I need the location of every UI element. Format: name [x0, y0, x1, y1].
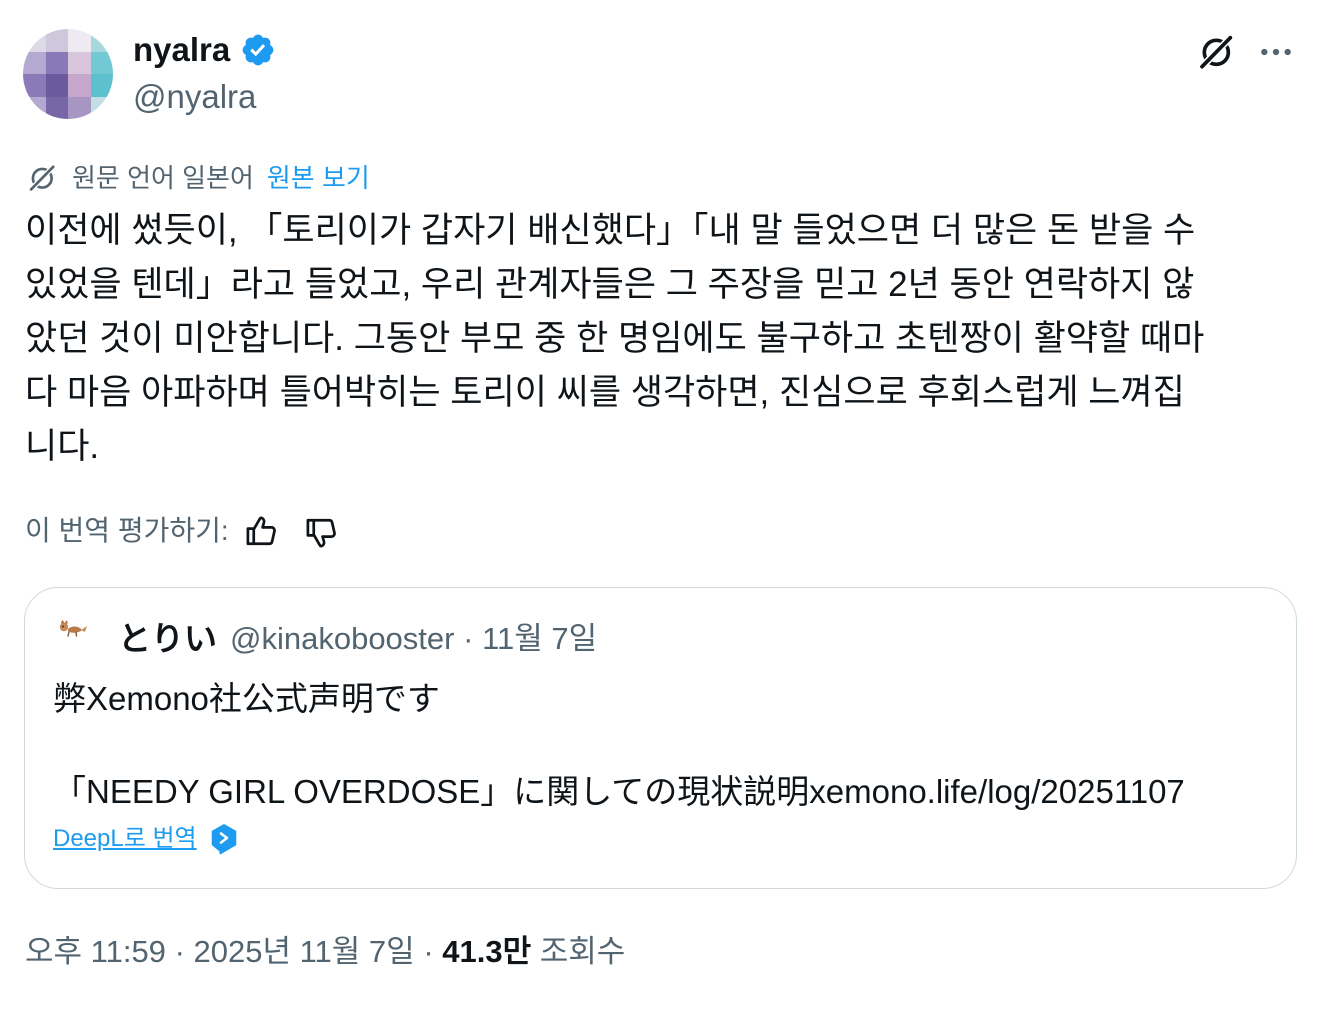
tweet-text-line: 니다. — [25, 427, 100, 466]
author-name-row: nyalra — [133, 30, 276, 70]
tweet-time[interactable]: 오후 11:59 — [25, 934, 166, 969]
views-count: 41.3만 — [442, 934, 532, 969]
rate-translation: 이 번역 평가하기: — [25, 511, 340, 551]
rate-translation-label: 이 번역 평가하기: — [25, 515, 229, 546]
thumbs-down-icon[interactable] — [304, 515, 340, 551]
show-original-link[interactable]: 원본 보기 — [267, 161, 370, 195]
deepl-translate-row: DeepL로 번역 — [53, 822, 239, 856]
quote-date: 11월 7일 — [482, 621, 598, 656]
quote-separator: · — [463, 621, 474, 656]
tweet-text: 이전에 썼듯이, 「토리이가 갑자기 배신했다」「내 말 들었으면 더 많은 돈… — [25, 204, 1204, 474]
thumbs-up-icon[interactable] — [244, 513, 280, 549]
more-icon[interactable] — [1256, 32, 1296, 72]
views-label: 조회수 — [539, 934, 626, 969]
source-language-text: 원문 언어 일본어 — [72, 163, 254, 193]
tweet-date[interactable]: 2025년 11월 7일 — [194, 934, 415, 969]
tweet-footer: 오후 11:59 · 2025년 11월 7일 · 41.3만 조회수 — [25, 932, 625, 972]
quoted-tweet-card[interactable]: とりい @kinakobooster · 11월 7일 弊Xemono社公式声明… — [24, 587, 1297, 889]
translation-notice: 원문 언어 일본어 원본 보기 — [26, 161, 370, 195]
quote-text-paragraph: 「NEEDY GIRL OVERDOSE」に関しての現状説明xemono.lif… — [53, 773, 1185, 810]
tweet-text-line: 았던 것이 미안합니다. 그동안 부모 중 한 명임에도 불구하고 초텐짱이 활… — [25, 319, 1205, 358]
footer-separator: · — [423, 934, 434, 969]
deepl-translate-link[interactable]: DeepL로 번역 — [53, 822, 197, 856]
tweet-text-line: 다 마음 아파하며 틀어박히는 토리이 씨를 생각하면, 진심으로 후회스럽게 … — [25, 373, 1185, 412]
tweet-text-line: 이전에 썼듯이, 「토리이가 갑자기 배신했다」「내 말 들었으면 더 많은 돈… — [25, 211, 1196, 250]
quote-avatar — [52, 616, 97, 661]
quote-author-name: とりい — [118, 620, 217, 657]
avatar[interactable] — [23, 29, 113, 119]
translate-icon — [26, 162, 58, 194]
author-display-name[interactable]: nyalra — [133, 30, 230, 70]
quote-meta: @kinakobooster · 11월 7일 — [230, 619, 597, 659]
footer-separator: · — [174, 934, 185, 969]
author-handle[interactable]: @nyalra — [133, 77, 256, 117]
quote-author-handle: @kinakobooster — [230, 621, 455, 656]
grok-icon[interactable] — [1196, 32, 1236, 72]
quote-header: とりい @kinakobooster · 11월 7일 — [118, 619, 597, 659]
quote-text-paragraph: 弊Xemono社公式声明です — [53, 680, 440, 717]
deepl-icon — [209, 823, 239, 855]
tweet-text-line: 있었을 텐데」라고 들었고, 우리 관계자들은 그 주장을 믿고 2년 동안 연… — [25, 265, 1195, 304]
verified-badge-icon[interactable] — [240, 32, 276, 68]
